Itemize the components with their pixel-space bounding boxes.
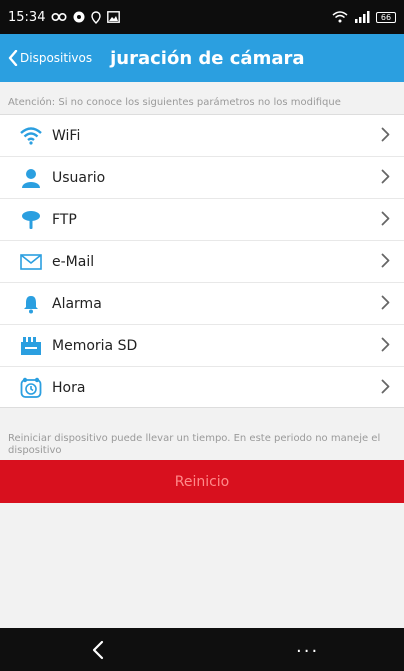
status-right: 66 bbox=[332, 11, 396, 23]
navigation-bar: ··· bbox=[0, 628, 404, 671]
menu-item-label: WiFi bbox=[52, 127, 81, 144]
status-left: 15:34 bbox=[8, 9, 121, 25]
menu-item-email[interactable]: e-Mail bbox=[0, 241, 404, 283]
menu-item-alarm[interactable]: Alarma bbox=[0, 283, 404, 325]
settings-notice: Atención: Si no conoce los siguientes pa… bbox=[8, 97, 341, 108]
menu-item-label: Hora bbox=[52, 380, 86, 396]
app-header: Dispositivos juración de cámara bbox=[0, 34, 404, 82]
reset-notice: Reiniciar dispositivo puede llevar un ti… bbox=[8, 433, 381, 456]
menu-item-wifi[interactable]: WiFi bbox=[0, 115, 404, 157]
cell-signal-icon bbox=[354, 11, 370, 23]
menu-item-sd-memory[interactable]: Memoria SD bbox=[0, 325, 404, 367]
gallery-icon bbox=[107, 11, 121, 23]
mail-icon bbox=[20, 251, 42, 273]
location-icon bbox=[91, 10, 102, 24]
wifi-signal-icon bbox=[332, 11, 348, 23]
menu-item-label: Usuario bbox=[52, 169, 106, 186]
user-icon bbox=[20, 167, 42, 189]
sd-card-icon bbox=[20, 335, 42, 357]
menu-item-label: Alarma bbox=[52, 295, 102, 312]
chevron-right-icon bbox=[381, 253, 390, 272]
battery-indicator: 66 bbox=[376, 11, 396, 23]
menu-item-ftp[interactable]: FTP bbox=[0, 199, 404, 241]
status-bar: 15:34 66 bbox=[0, 0, 404, 34]
chevron-right-icon bbox=[381, 379, 390, 398]
nav-more-button[interactable]: ··· bbox=[296, 641, 319, 662]
chevron-right-icon bbox=[381, 169, 390, 188]
infinity-icon bbox=[51, 11, 67, 23]
ftp-icon bbox=[20, 209, 42, 231]
back-label: Dispositivos bbox=[20, 51, 93, 65]
menu-item-label: FTP bbox=[52, 211, 77, 228]
chevron-left-icon bbox=[8, 50, 18, 66]
clock-icon bbox=[20, 377, 42, 399]
wifi-icon bbox=[20, 125, 42, 147]
back-button[interactable]: Dispositivos bbox=[0, 50, 92, 66]
bell-icon bbox=[20, 293, 42, 315]
chevron-right-icon bbox=[381, 295, 390, 314]
nav-back-icon bbox=[92, 640, 104, 660]
chevron-right-icon bbox=[381, 337, 390, 356]
menu-item-label: Memoria SD bbox=[52, 337, 138, 354]
settings-menu: WiFi Usuario FTP e-Mail Alarma Memoria S… bbox=[0, 114, 404, 408]
shield-app-icon bbox=[73, 11, 85, 23]
menu-item-time[interactable]: Hora bbox=[0, 367, 404, 409]
menu-item-label: e-Mail bbox=[52, 253, 95, 270]
status-time: 15:34 bbox=[8, 9, 46, 25]
nav-back-button[interactable] bbox=[92, 640, 104, 664]
reset-button[interactable]: Reinicio bbox=[0, 460, 404, 503]
chevron-right-icon bbox=[381, 211, 390, 230]
menu-item-user[interactable]: Usuario bbox=[0, 157, 404, 199]
page-title: juración de cámara bbox=[110, 47, 305, 69]
chevron-right-icon bbox=[381, 127, 390, 146]
